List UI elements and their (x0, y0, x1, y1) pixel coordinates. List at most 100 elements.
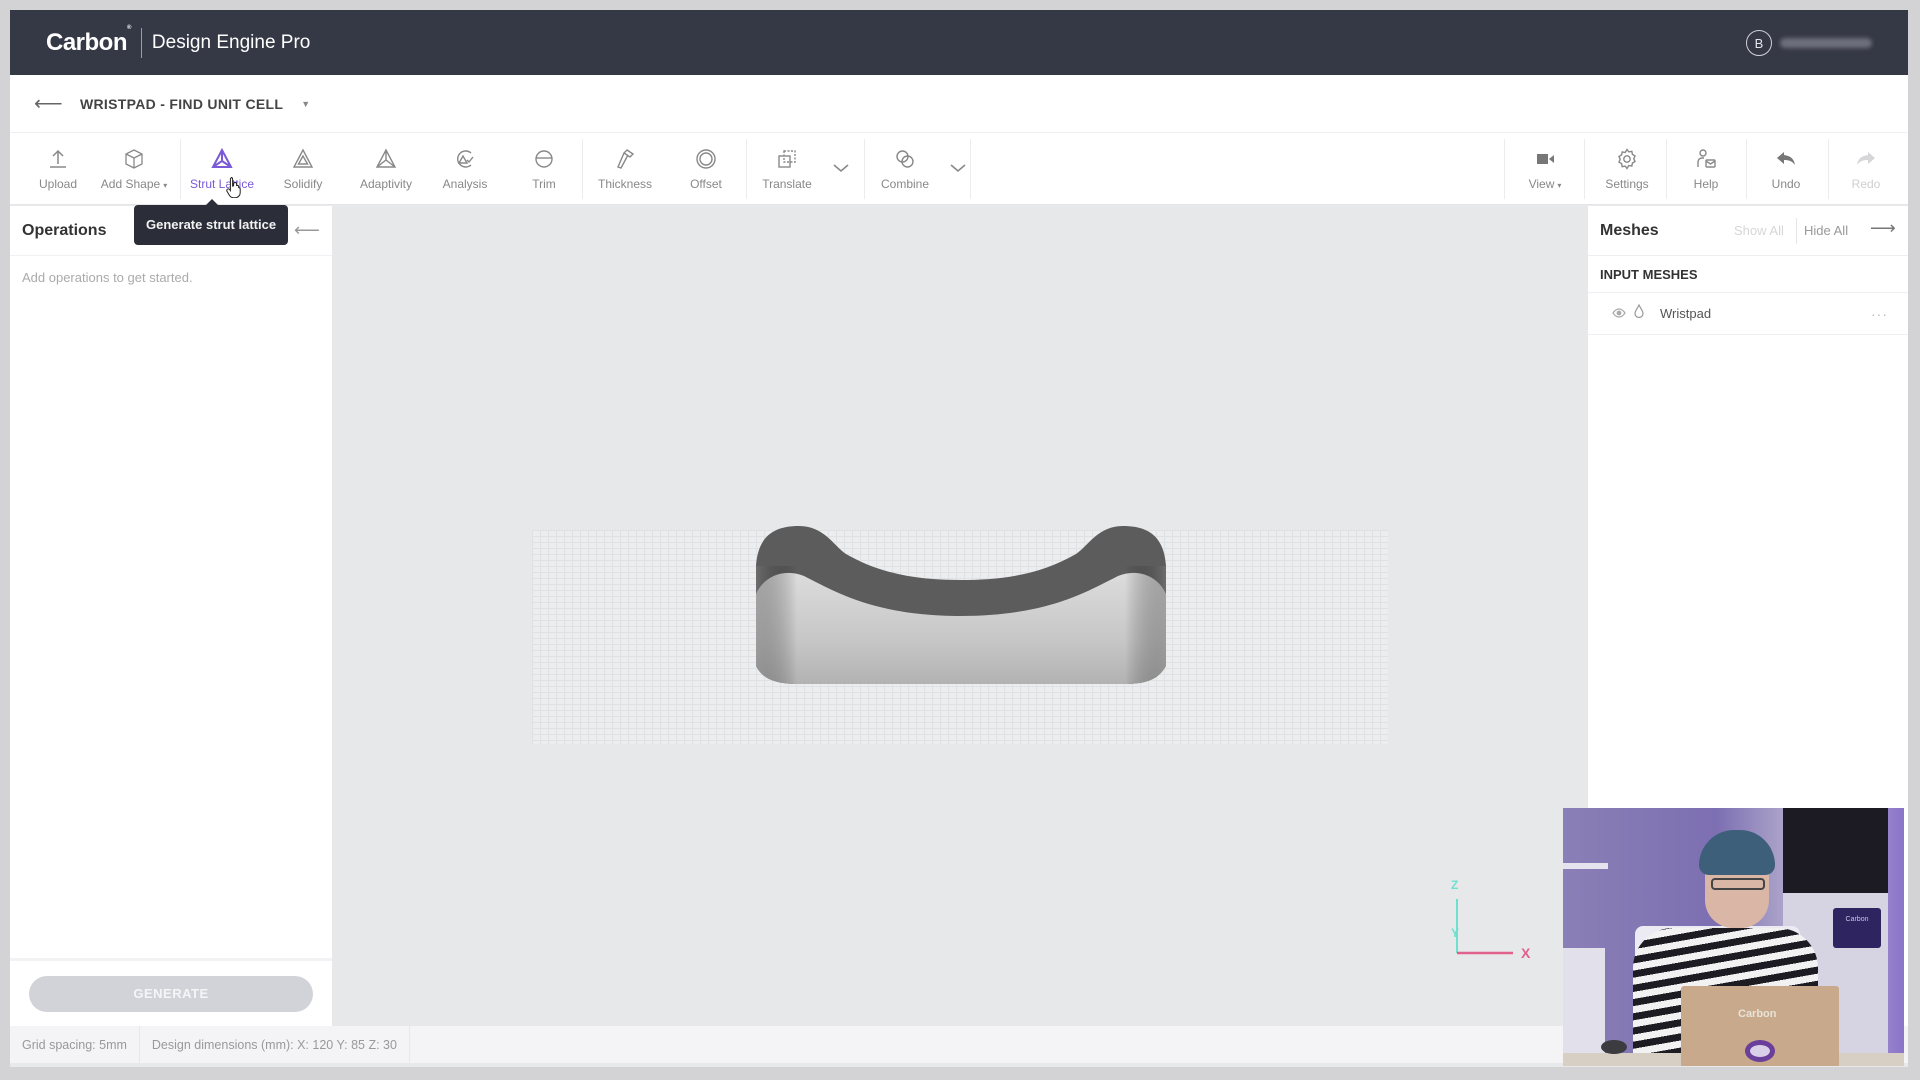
toolbar-divider (864, 139, 865, 199)
product-name: Design Engine Pro (151, 31, 311, 53)
x-axis-label: X (1521, 945, 1531, 961)
hand-pointer-cursor-icon (226, 177, 241, 198)
input-meshes-section-title: INPUT MESHES (1588, 256, 1908, 293)
translate-button[interactable]: Translate (752, 133, 822, 205)
header-divider (1796, 218, 1797, 244)
project-bar: ⟵ WRISTPAD - FIND UNIT CELL ▼ (10, 75, 1908, 132)
view-caret-icon: ▾ (1557, 181, 1562, 190)
camera-icon (1537, 154, 1554, 164)
webcam-shelf (1563, 863, 1608, 869)
mesh-more-options-icon[interactable]: ··· (1871, 306, 1888, 322)
visibility-eye-icon[interactable] (1612, 306, 1634, 321)
trim-button[interactable]: Trim (516, 133, 572, 205)
registered-mark: ® (127, 24, 131, 31)
adaptivity-label: Adaptivity (359, 177, 413, 191)
add-shape-label: Add Shape (100, 177, 161, 191)
mesh-droplet-icon (1634, 303, 1654, 323)
webcam-laptop-logo (1745, 1040, 1775, 1062)
settings-label: Settings (1605, 177, 1649, 191)
undo-icon (1777, 152, 1795, 165)
brand-name: Carbon (46, 28, 128, 56)
toolbar-divider (1504, 139, 1505, 199)
toolbar-divider (1828, 139, 1829, 199)
back-arrow-icon[interactable]: ⟵ (34, 91, 64, 116)
mesh-list-item[interactable]: Wristpad ··· (1588, 293, 1908, 335)
view-label: View (1528, 177, 1555, 191)
solidify-button[interactable]: Solidify (268, 133, 338, 205)
analysis-button[interactable]: Analysis (430, 133, 500, 205)
offset-icon (696, 149, 716, 169)
webcam-cabinet (1563, 948, 1605, 1066)
wristpad-mesh[interactable] (754, 516, 1168, 686)
strut-lattice-icon (211, 147, 233, 168)
trim-icon (535, 150, 553, 168)
combine-label: Combine (880, 177, 930, 191)
generate-button[interactable]: GENERATE (29, 975, 313, 1012)
webcam-presenter-hair (1699, 830, 1775, 875)
collapse-operations-arrow-icon[interactable]: ⟵ (294, 220, 320, 241)
collapse-meshes-arrow-icon[interactable]: ⟶ (1870, 218, 1896, 239)
upload-button[interactable]: Upload (28, 133, 88, 205)
settings-button[interactable]: Settings (1592, 133, 1662, 205)
help-button[interactable]: Help (1676, 133, 1736, 205)
translate-icon (778, 150, 796, 168)
help-contact-icon (1697, 149, 1716, 168)
operations-footer: GENERATE (10, 958, 332, 1026)
project-dropdown-caret-icon[interactable]: ▼ (301, 99, 310, 109)
webcam-printer (1783, 808, 1888, 893)
meshes-title: Meshes (1600, 221, 1659, 239)
webcam-printer-screen: Carbon (1833, 908, 1881, 948)
3d-viewport[interactable]: Z Y X (332, 206, 1588, 1026)
cube-icon (125, 149, 143, 169)
view-button[interactable]: View ▾ (1510, 133, 1580, 205)
adaptivity-button[interactable]: Adaptivity (346, 133, 426, 205)
main-toolbar: Upload Add Shape ▾ Strut Lattice Solidify… (10, 132, 1908, 205)
redo-button[interactable]: Redo (1836, 133, 1896, 205)
meshes-header: Meshes Show All Hide All ⟶ (1588, 206, 1908, 256)
user-avatar[interactable]: B (1746, 30, 1772, 56)
strut-lattice-tooltip: Generate strut lattice (134, 199, 289, 245)
toolbar-divider (180, 139, 181, 199)
webcam-mouse (1601, 1040, 1627, 1054)
redo-label: Redo (1851, 177, 1881, 191)
thickness-icon (617, 149, 635, 169)
show-all-button[interactable]: Show All (1734, 223, 1784, 238)
add-shape-button[interactable]: Add Shape ▾ (94, 133, 174, 205)
webcam-presenter-glasses (1711, 878, 1765, 890)
combine-more-chevron-icon[interactable] (943, 153, 973, 183)
project-title[interactable]: WRISTPAD - FIND UNIT CELL (80, 96, 283, 112)
trim-label: Trim (532, 177, 556, 191)
translate-label: Translate (762, 177, 812, 191)
brand-divider (140, 27, 142, 58)
thickness-label: Thickness (597, 177, 653, 191)
add-shape-caret-icon: ▾ (163, 181, 168, 190)
toolbar-divider (1584, 139, 1585, 199)
webcam-laptop-brand: Carbon (1738, 1008, 1777, 1020)
offset-button[interactable]: Offset (676, 133, 736, 205)
toolbar-divider (1746, 139, 1747, 199)
hide-all-button[interactable]: Hide All (1804, 223, 1848, 238)
undo-button[interactable]: Undo (1756, 133, 1816, 205)
upload-label: Upload (38, 177, 78, 191)
app-header: Carbon® Design Engine Pro B (10, 10, 1908, 75)
translate-more-chevron-icon[interactable] (826, 153, 856, 183)
strut-lattice-button[interactable]: Strut Lattice (182, 133, 262, 205)
operations-title: Operations (22, 221, 107, 239)
z-axis-label: Z (1451, 878, 1459, 892)
analysis-icon (457, 150, 474, 168)
solidify-label: Solidify (283, 177, 323, 191)
analysis-label: Analysis (442, 177, 488, 191)
combine-button[interactable]: Combine (870, 133, 940, 205)
undo-label: Undo (1771, 177, 1801, 191)
user-menu[interactable]: B (1746, 30, 1872, 56)
user-name-blurred (1780, 38, 1872, 48)
toolbar-divider (970, 139, 971, 199)
toolbar-divider (1666, 139, 1667, 199)
design-dimensions-readout: Design dimensions (mm): X: 120 Y: 85 Z: … (140, 1026, 410, 1063)
thickness-button[interactable]: Thickness (590, 133, 660, 205)
upload-icon (50, 149, 66, 168)
operations-empty-message: Add operations to get started. (22, 270, 193, 285)
adaptivity-icon (375, 148, 397, 168)
orientation-axes-gizmo (1456, 899, 1513, 955)
grid-spacing-readout: Grid spacing: 5mm (10, 1026, 140, 1063)
